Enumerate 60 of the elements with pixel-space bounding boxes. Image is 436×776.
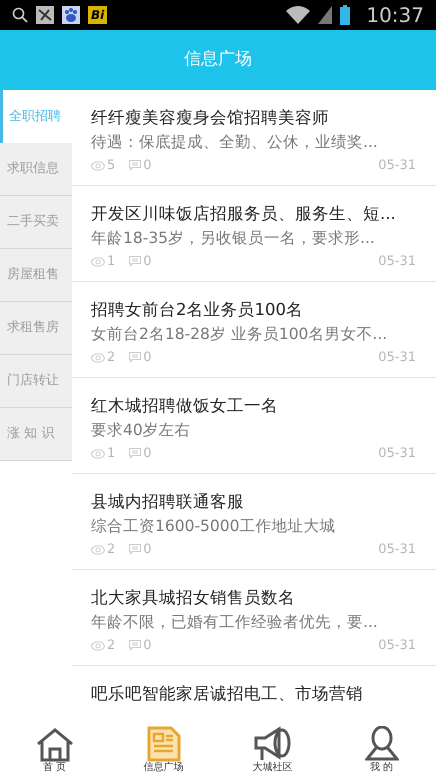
- post-title: 吧乐吧智能家居诚招电工、市场营销: [91, 683, 364, 705]
- post-title: 县城内招聘联通客服: [91, 491, 245, 513]
- post-date: 05-31: [378, 349, 416, 367]
- megaphone-icon: [252, 726, 292, 762]
- view-count: 2: [107, 541, 116, 559]
- app-badge: Bi: [88, 6, 108, 24]
- post-date: 05-31: [378, 253, 416, 271]
- post-date: 05-31: [378, 541, 416, 559]
- page-title: 信息广场: [184, 48, 252, 72]
- battery-icon: [340, 5, 350, 25]
- post-title: 招聘女前台2名业务员100名: [91, 299, 304, 321]
- post-date: 05-31: [378, 445, 416, 463]
- comment-icon: [129, 160, 142, 172]
- nav-tab[interactable]: 大城社区: [218, 726, 327, 776]
- document-icon: [146, 726, 180, 762]
- eye-icon: [91, 160, 105, 171]
- comment-count: 0: [143, 349, 152, 367]
- comment-icon: [129, 544, 142, 556]
- post-summary: 年龄18-35岁，另收银员一名，要求形...: [91, 228, 376, 249]
- view-count: 2: [107, 637, 116, 655]
- post-title: 开发区川味饭店招服务员、服务生、短...: [91, 203, 397, 225]
- comment-icon: [129, 448, 142, 460]
- comment-count: 0: [143, 637, 152, 655]
- post-summary: 年龄不限，已婚有工作经验者优先，要...: [91, 612, 379, 633]
- eye-icon: [91, 448, 105, 459]
- eye-icon: [91, 640, 105, 651]
- post-title: 纤纤瘦美容瘦身会馆招聘美容师: [91, 107, 330, 129]
- nav-tab[interactable]: 首 页: [0, 726, 109, 776]
- eye-icon: [91, 544, 105, 555]
- post-summary: 待遇：保底提成、全勤、公休，业绩奖...: [91, 132, 379, 153]
- comment-icon: [129, 256, 142, 268]
- house-icon: [36, 728, 74, 762]
- clock: 10:37: [366, 2, 424, 29]
- eye-icon: [91, 256, 105, 267]
- post-summary: 女前台2名18-28岁 业务员100名男女不...: [91, 324, 388, 345]
- eye-icon: [91, 352, 105, 363]
- app-icon: [36, 6, 54, 24]
- paw-icon: [62, 6, 80, 24]
- view-count: 1: [107, 445, 116, 463]
- post-title: 红木城招聘做饭女工一名: [91, 395, 279, 417]
- signal-icon: [318, 6, 332, 24]
- view-count: 5: [107, 157, 116, 175]
- comment-count: 0: [143, 445, 152, 463]
- comment-count: 0: [143, 157, 152, 175]
- wifi-icon: [286, 6, 310, 24]
- post-date: 05-31: [378, 157, 416, 175]
- nav-tab[interactable]: 信息广场: [109, 726, 218, 776]
- comment-icon: [129, 640, 142, 652]
- view-count: 2: [107, 349, 116, 367]
- post-date: 05-31: [378, 637, 416, 655]
- person-icon: [364, 726, 398, 762]
- post-summary: 综合工资1600-5000工作地址大城: [91, 516, 336, 537]
- comment-icon: [129, 352, 142, 364]
- comment-count: 0: [143, 253, 152, 271]
- comment-count: 0: [143, 541, 152, 559]
- post-title: 北大家具城招女销售员数名: [91, 587, 296, 609]
- post-summary: 要求40岁左右: [91, 420, 192, 441]
- nav-tab[interactable]: 我 的: [327, 726, 436, 776]
- view-count: 1: [107, 253, 116, 271]
- search-icon: [12, 7, 28, 23]
